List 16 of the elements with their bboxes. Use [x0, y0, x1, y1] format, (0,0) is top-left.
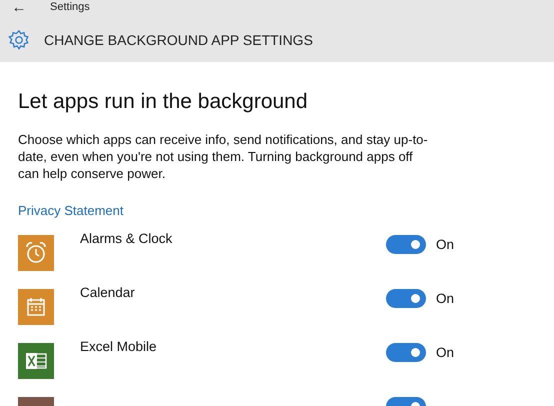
app-name: Calendar [80, 284, 136, 302]
toggle-switch[interactable] [386, 234, 426, 254]
back-button[interactable]: ← [8, 0, 30, 14]
toggle-state: On [436, 344, 454, 362]
app-name: Excel Mobile [80, 338, 158, 356]
settings-icon [8, 29, 30, 51]
app-name: Alarms & Clock [80, 230, 174, 248]
privacy-link[interactable]: Privacy Statement [18, 200, 124, 220]
toggle-switch[interactable] [386, 342, 426, 362]
section-heading: Let apps run in the background [18, 89, 309, 115]
page-title: CHANGE BACKGROUND APP SETTINGS [44, 30, 313, 50]
toggle-state: On [436, 236, 454, 254]
window-title: Settings [50, 0, 90, 15]
description: Choose which apps can receive info, send notifications, and stay up-to-date, even when you're not using them. Turning background apps off can help conserve power. [18, 130, 428, 182]
toggle-switch[interactable] [386, 288, 426, 308]
toggle-state: On [436, 290, 454, 308]
